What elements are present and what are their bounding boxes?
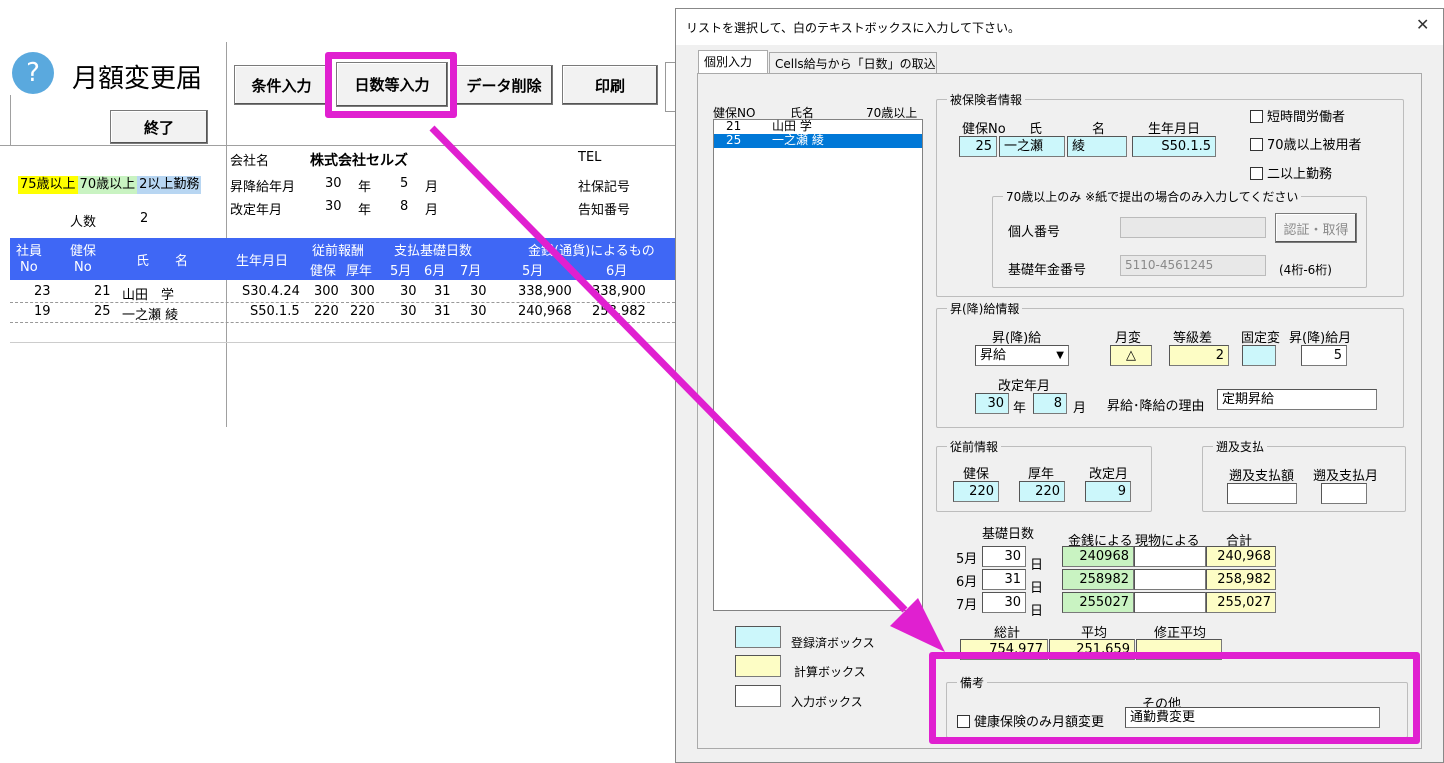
arrow-shaft (429, 125, 908, 613)
arrow-icon (429, 125, 945, 652)
